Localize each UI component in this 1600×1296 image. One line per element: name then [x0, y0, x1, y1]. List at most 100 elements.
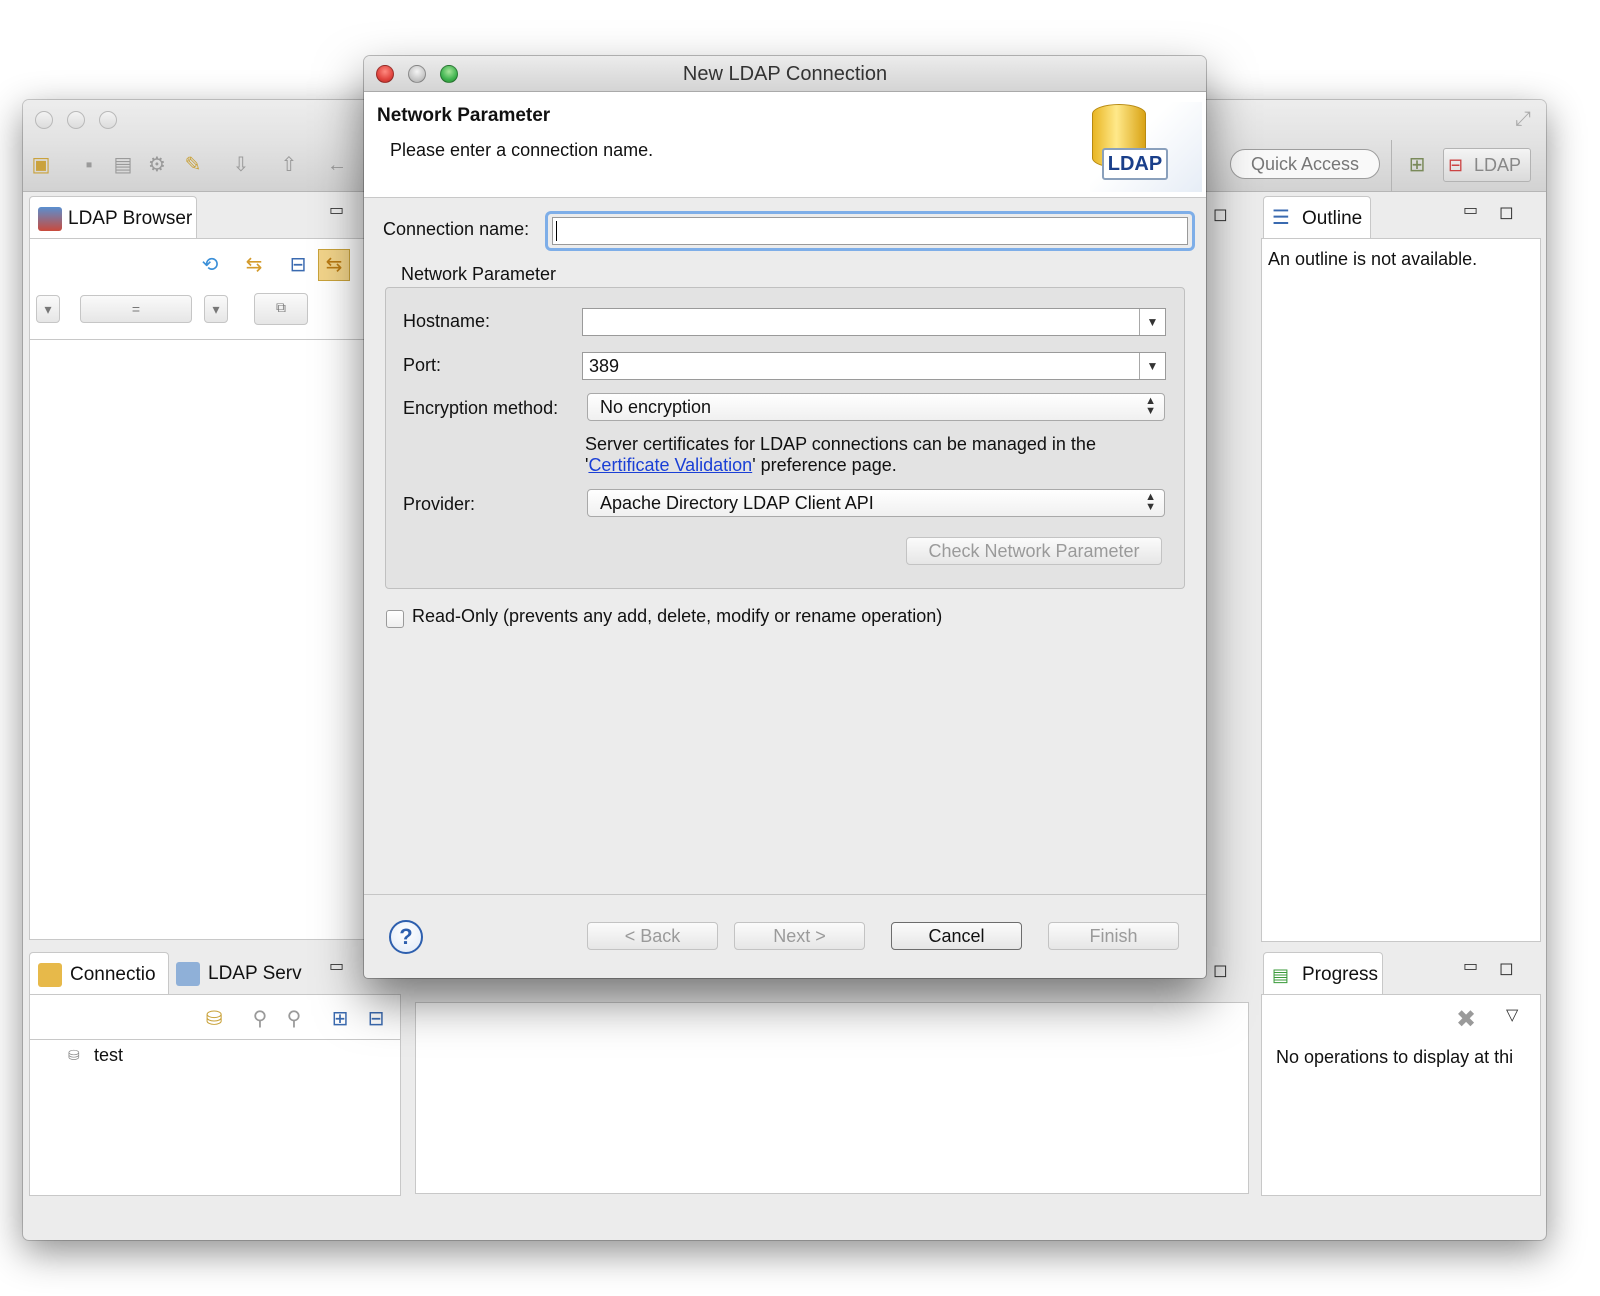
progress-message: No operations to display at thi [1276, 1047, 1514, 1067]
open-perspective-icon[interactable]: ⊞ [1405, 153, 1429, 177]
link-icon[interactable]: ⇆ [242, 253, 266, 277]
panel-divider [30, 339, 364, 340]
logs-maximize-icon[interactable]: ◻ [1213, 960, 1228, 981]
connection-name-input[interactable] [552, 217, 1188, 245]
gear-icon[interactable]: ⚙ [145, 153, 169, 177]
progress-icon: ▤ [1272, 965, 1290, 985]
ldap-browser-icon [38, 207, 62, 231]
readonly-label: Read-Only (prevents any add, delete, mod… [412, 606, 943, 626]
connections-panel: ⛁ ⚲ ⚲ ⊞ ⊟ ⛁ test [29, 994, 401, 1196]
tab-progress[interactable]: ▤ Progress [1263, 952, 1383, 996]
cert-note-line2: 'Certificate Validation' preference page… [585, 455, 897, 476]
tree-view-button[interactable]: ⧉ [254, 293, 308, 325]
outline-icon: ☰ [1272, 207, 1290, 229]
help-icon[interactable]: ? [389, 920, 423, 954]
editor-maximize-icon[interactable]: ◻ [1213, 204, 1228, 225]
ldap-perspective-icon: ⊟ [1448, 155, 1464, 175]
progress-maximize-icon[interactable]: ◻ [1499, 958, 1514, 979]
port-label: Port: [403, 355, 442, 375]
view-menu-icon[interactable]: ▽ [1506, 1005, 1518, 1025]
new-wizard-icon[interactable]: ▣ [29, 153, 53, 177]
progress-minimize-icon[interactable]: ▭ [1463, 956, 1478, 976]
connections-minimize-icon[interactable]: ▭ [329, 956, 344, 976]
collapse-all-icon[interactable]: ⊟ [286, 253, 310, 277]
tab-ldap-servers-label: LDAP Serv [208, 963, 302, 984]
hostname-combo[interactable]: ▼ [582, 308, 1166, 336]
ldap-logo-label: LDAP [1102, 148, 1168, 180]
ldap-perspective-button[interactable]: ⊟ LDAP [1443, 148, 1531, 182]
ldap-perspective-label: LDAP [1474, 155, 1522, 175]
dialog-titlebar: New LDAP Connection [364, 56, 1206, 92]
save-icon[interactable]: ▪ [77, 153, 101, 177]
fullscreen-icon[interactable]: ⤢ [1515, 108, 1531, 131]
filter-type-dropdown[interactable]: ▾ [36, 295, 60, 323]
toolbar-divider [1391, 140, 1392, 192]
provider-label: Provider: [403, 494, 476, 514]
filter-operator-label: = [131, 301, 141, 317]
port-combo[interactable]: 389 ▼ [582, 352, 1166, 380]
text-cursor [556, 221, 557, 241]
ldap-servers-icon [176, 962, 200, 986]
new-connection-icon[interactable]: ⛁ [202, 1007, 226, 1031]
back-button[interactable]: < Back [587, 922, 718, 950]
back-arrow-icon[interactable]: ← [325, 153, 349, 177]
expand-all-icon[interactable]: ⊞ [328, 1007, 352, 1031]
new-ldap-connection-dialog: New LDAP Connection Network Parameter Pl… [364, 56, 1206, 978]
progress-panel: ✖ ▽ No operations to display at thi [1261, 994, 1541, 1196]
tab-ldap-browser[interactable]: LDAP Browser [29, 196, 197, 240]
hostname-dropdown-icon[interactable]: ▼ [1139, 309, 1165, 335]
tab-outline-label: Outline [1302, 208, 1363, 229]
check-network-parameter-button[interactable]: Check Network Parameter [906, 537, 1162, 565]
connection-name-label: Connection name: [383, 219, 530, 239]
encryption-value: No encryption [600, 397, 712, 417]
filter-operator-dropdown[interactable]: = [80, 295, 192, 323]
filter-value-dropdown[interactable]: ▾ [204, 295, 228, 323]
encryption-select[interactable]: No encryption ▲ ▼ [587, 393, 1165, 421]
tab-outline[interactable]: ☰ Outline [1263, 196, 1371, 240]
outline-maximize-icon[interactable]: ◻ [1499, 202, 1514, 223]
panel-divider [30, 1039, 400, 1040]
minimize-window-button[interactable] [67, 111, 85, 129]
tab-connections-label: Connectio [70, 964, 156, 985]
outline-minimize-icon[interactable]: ▭ [1463, 200, 1478, 220]
provider-value: Apache Directory LDAP Client API [600, 493, 874, 513]
header-title: Network Parameter [377, 105, 551, 126]
finish-button[interactable]: Finish [1048, 922, 1179, 950]
export-icon[interactable]: ⇧ [277, 153, 301, 177]
certificate-validation-link[interactable]: Certificate Validation [588, 455, 752, 475]
minimize-view-icon[interactable]: ▭ [329, 200, 344, 220]
link-with-editor-toggle-icon[interactable]: ⇆ [318, 249, 350, 281]
tab-ldap-servers[interactable]: LDAP Serv [170, 952, 330, 996]
tools-icon[interactable]: ✎ [181, 153, 205, 177]
tab-connections[interactable]: Connectio [29, 952, 169, 996]
header-message: Please enter a connection name. [390, 140, 654, 160]
port-value: 389 [589, 356, 620, 376]
tab-ldap-browser-label: LDAP Browser [68, 208, 193, 229]
outline-message: An outline is not available. [1268, 249, 1478, 269]
import-icon[interactable]: ⇩ [229, 153, 253, 177]
provider-select[interactable]: Apache Directory LDAP Client API ▲ ▼ [587, 489, 1165, 517]
connections-icon [38, 963, 62, 987]
collapse-all-icon[interactable]: ⊟ [364, 1007, 388, 1031]
refresh-icon[interactable]: ⟲ [198, 253, 222, 277]
cert-note-suffix: ' preference page. [752, 455, 897, 475]
close-window-button[interactable] [35, 111, 53, 129]
close-connection-icon[interactable]: ⚲ [282, 1007, 306, 1031]
readonly-checkbox[interactable] [386, 610, 404, 628]
port-dropdown-icon[interactable]: ▼ [1139, 353, 1165, 379]
quick-access-input[interactable]: Quick Access [1230, 149, 1380, 179]
footer-divider [364, 894, 1206, 895]
open-connection-icon[interactable]: ⚲ [248, 1007, 272, 1031]
tab-progress-label: Progress [1302, 964, 1379, 985]
connection-label: test [94, 1045, 124, 1065]
dialog-header: Network Parameter Please enter a connect… [364, 92, 1206, 198]
print-icon[interactable]: ▤ [111, 153, 135, 177]
cancel-button[interactable]: Cancel [891, 922, 1022, 950]
select-arrows-icon: ▲ ▼ [1145, 395, 1156, 417]
logs-panel [415, 1002, 1249, 1194]
cert-note-line1: Server certificates for LDAP connections… [585, 434, 1096, 454]
remove-all-icon[interactable]: ✖ [1456, 1005, 1476, 1034]
next-button[interactable]: Next > [734, 922, 865, 950]
zoom-window-button[interactable] [99, 111, 117, 129]
select-arrows-icon: ▲ ▼ [1145, 491, 1156, 513]
